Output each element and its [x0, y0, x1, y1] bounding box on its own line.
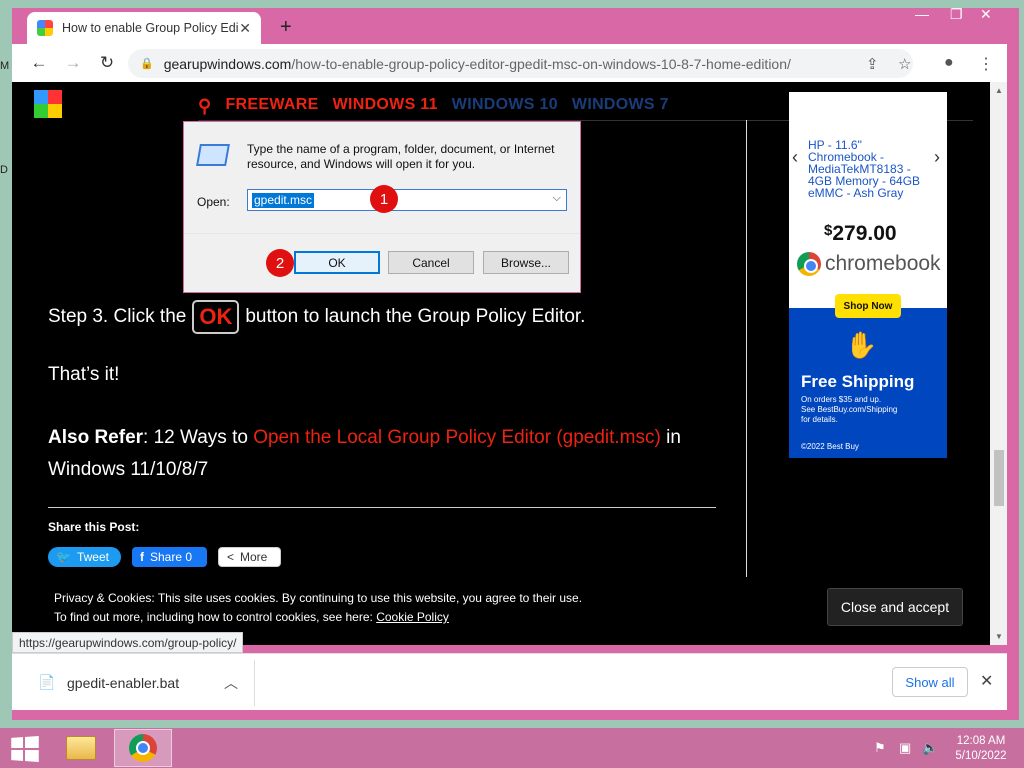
taskbar-chrome[interactable]: [114, 729, 172, 767]
shop-now-button[interactable]: Shop Now: [835, 294, 901, 318]
tab-strip: How to enable Group Policy Editor ✕ + — …: [12, 0, 1007, 44]
column-divider: [746, 120, 747, 645]
share-icon[interactable]: ⇪: [866, 55, 879, 73]
cookie-policy-link[interactable]: Cookie Policy: [376, 610, 449, 624]
cookie-text: Privacy & Cookies: This site uses cookie…: [54, 591, 583, 624]
site-favicon-icon: [37, 20, 53, 36]
run-dialog: Type the name of a program, folder, docu…: [183, 121, 581, 293]
facebook-share-button[interactable]: f Share 0: [132, 547, 207, 567]
desktop-icon-edge[interactable]: M: [0, 60, 12, 76]
browser-tab[interactable]: How to enable Group Policy Editor ✕: [27, 12, 261, 44]
search-icon[interactable]: ⚲: [198, 96, 211, 117]
nav-windows-7[interactable]: WINDOWS 7: [572, 96, 669, 117]
desktop-icon-edge[interactable]: D: [0, 164, 12, 180]
step-3-text: Step 3. Click the OK button to launch th…: [48, 300, 585, 334]
also-refer-text: Also Refer: 12 Ways to Open the Local Gr…: [48, 427, 681, 480]
ad-shipping-panel: ✋ Free Shipping On orders $35 and up. See…: [789, 308, 947, 458]
back-arrow-icon[interactable]: ←: [22, 53, 56, 73]
share-icon: <: [227, 550, 235, 564]
close-and-accept-button[interactable]: Close and accept: [827, 588, 963, 626]
run-command-input[interactable]: gpedit.msc ⌵: [247, 189, 567, 211]
forward-arrow-icon[interactable]: →: [56, 53, 90, 73]
open-label: Open:: [197, 195, 230, 209]
more-share-button[interactable]: < More: [218, 547, 281, 567]
shipping-fine-print: On orders $35 and up. See BestBuy.com/Shi…: [801, 395, 898, 424]
shelf-divider: [254, 660, 255, 706]
close-shelf-icon[interactable]: ✕: [980, 671, 993, 691]
taskbar-clock[interactable]: 12:08 AM 5/10/2022: [950, 734, 1012, 764]
url-text: gearupwindows.com/how-to-enable-group-po…: [163, 55, 791, 72]
folder-icon: [66, 736, 96, 760]
action-center-flag-icon[interactable]: ⚑: [874, 740, 886, 756]
network-icon[interactable]: ▣: [899, 740, 911, 756]
scroll-thumb[interactable]: [994, 450, 1004, 506]
browse-button[interactable]: Browse...: [483, 251, 569, 274]
bestbuy-ad[interactable]: ‹ › HP - 11.6" Chromebook - MediaTekMT81…: [789, 92, 947, 458]
close-window-icon[interactable]: ✕: [980, 6, 992, 23]
download-file-name[interactable]: gpedit-enabler.bat: [67, 675, 179, 691]
thats-it-text: That’s it!: [48, 364, 120, 385]
profile-avatar-icon[interactable]: ●: [944, 54, 954, 72]
callout-badge-1: 1: [370, 185, 398, 213]
facebook-icon: f: [140, 550, 144, 564]
taskbar-file-explorer[interactable]: [52, 729, 110, 767]
status-url-tooltip: https://gearupwindows.com/group-policy/: [12, 632, 244, 653]
chrome-icon: [797, 252, 821, 276]
show-all-downloads-button[interactable]: Show all: [892, 667, 968, 697]
content-divider: [48, 507, 716, 508]
nav-freeware[interactable]: FREEWARE: [225, 96, 318, 117]
ad-price: $279.00: [824, 222, 897, 245]
run-dialog-message: Type the name of a program, folder, docu…: [247, 142, 555, 171]
close-tab-icon[interactable]: ✕: [239, 20, 251, 37]
bookmark-star-icon[interactable]: ☆: [898, 55, 911, 73]
ad-prev-icon[interactable]: ‹: [792, 147, 798, 168]
ad-product-title[interactable]: HP - 11.6" Chromebook - MediaTekMT8183 -…: [808, 139, 933, 199]
chrome-icon: [129, 734, 157, 762]
run-command-value: gpedit.msc: [252, 193, 315, 208]
tweet-button[interactable]: 🐦 Tweet: [48, 547, 121, 567]
ok-button[interactable]: OK: [294, 251, 380, 274]
site-logo-icon[interactable]: [34, 90, 62, 118]
nav-windows-11[interactable]: WINDOWS 11: [333, 96, 438, 117]
tab-title: How to enable Group Policy Editor: [62, 21, 238, 35]
run-program-icon: [196, 144, 230, 166]
cancel-button[interactable]: Cancel: [388, 251, 474, 274]
browser-toolbar: ← → ↻ 🔒 gearupwindows.com/how-to-enable-…: [12, 44, 1007, 82]
twitter-icon: 🐦: [56, 550, 71, 564]
shipping-box-icon: ✋: [845, 330, 878, 360]
callout-badge-2: 2: [266, 249, 294, 277]
scroll-up-icon[interactable]: ▲: [995, 86, 1003, 95]
minimize-icon[interactable]: —: [915, 6, 929, 22]
new-tab-button[interactable]: +: [280, 16, 292, 39]
taskbar: ⚑ ▣ 🔈 12:08 AM 5/10/2022: [0, 728, 1024, 768]
scroll-down-icon[interactable]: ▼: [995, 632, 1003, 641]
chromebook-logo: chromebook: [797, 252, 941, 276]
chevron-down-icon[interactable]: ⌵: [553, 192, 561, 205]
lock-icon: 🔒: [140, 58, 154, 70]
reload-icon[interactable]: ↻: [90, 53, 124, 73]
nav-windows-10[interactable]: WINDOWS 10: [452, 96, 558, 117]
ad-copyright: ©2022 Best Buy: [801, 442, 859, 451]
free-shipping-text: Free Shipping: [801, 372, 915, 391]
restore-icon[interactable]: ❐: [950, 6, 963, 23]
share-title: Share this Post:: [48, 520, 140, 534]
page-scrollbar[interactable]: ▲ ▼: [990, 82, 1007, 645]
download-shelf: 📄 gpedit-enabler.bat ︿ Show all ✕: [12, 653, 1007, 710]
ad-next-icon[interactable]: ›: [934, 147, 940, 168]
gpedit-article-link[interactable]: Open the Local Group Policy Editor (gped…: [253, 427, 661, 448]
file-icon: 📄: [38, 674, 56, 690]
site-nav: ⚲ FREEWARE WINDOWS 11 WINDOWS 10 WINDOWS…: [198, 96, 669, 117]
windows-start-icon[interactable]: [11, 736, 39, 762]
chevron-up-icon[interactable]: ︿: [224, 673, 238, 693]
ok-badge-image: OK: [192, 300, 240, 334]
menu-kebab-icon[interactable]: ⋮: [978, 54, 994, 74]
volume-muted-icon[interactable]: 🔈: [922, 740, 938, 756]
address-bar[interactable]: 🔒 gearupwindows.com/how-to-enable-group-…: [128, 49, 913, 78]
